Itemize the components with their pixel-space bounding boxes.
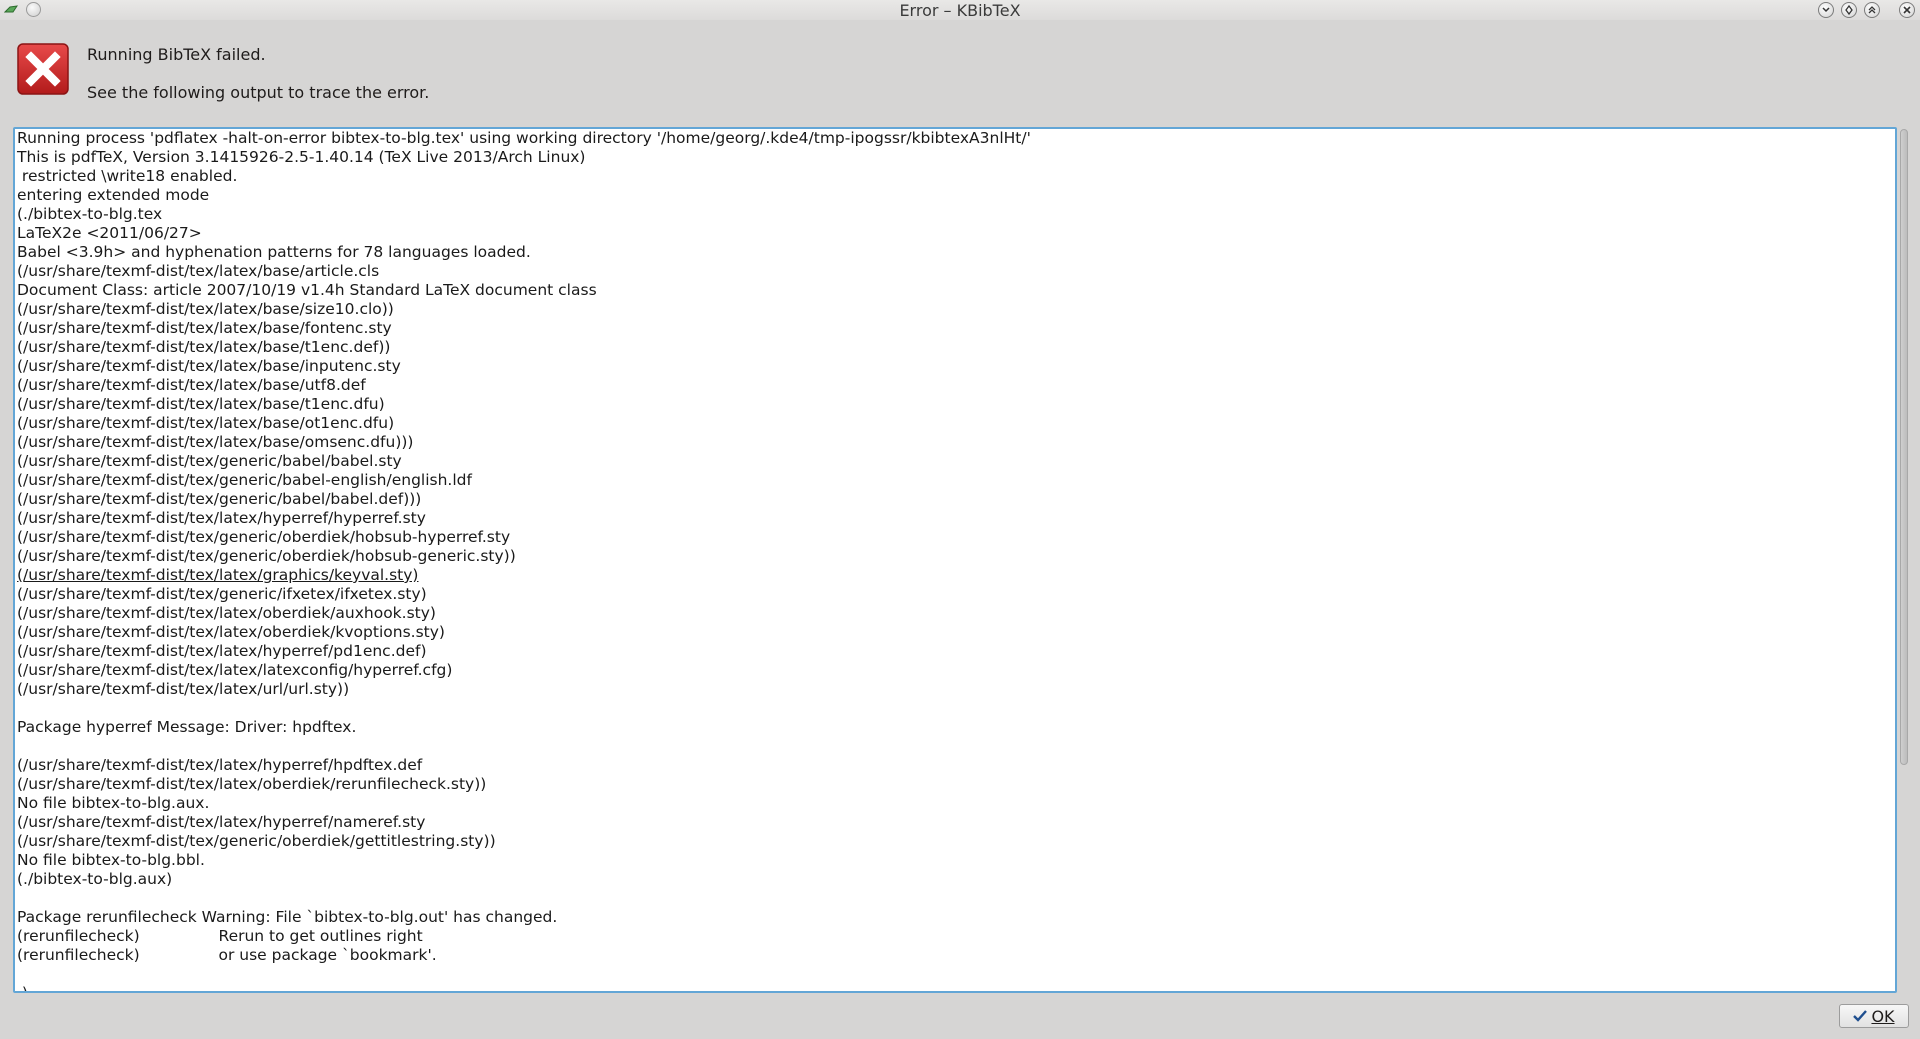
output-line: (/usr/share/texmf-dist/tex/latex/latexco… bbox=[17, 661, 453, 679]
output-line: (rerunfilecheck) Rerun to get outlines r… bbox=[17, 927, 423, 945]
output-line: Package rerunfilecheck Warning: File `bi… bbox=[17, 908, 558, 926]
output-line: (./bibtex-to-blg.tex bbox=[17, 205, 163, 223]
output-line: (/usr/share/texmf-dist/tex/latex/base/om… bbox=[17, 433, 414, 451]
output-line: (/usr/share/texmf-dist/tex/latex/oberdie… bbox=[17, 775, 487, 793]
output-line: (/usr/share/texmf-dist/tex/generic/babel… bbox=[17, 490, 422, 508]
error-message-title: Running BibTeX failed. bbox=[87, 45, 266, 64]
output-line: (/usr/share/texmf-dist/tex/latex/base/t1… bbox=[17, 395, 385, 413]
ok-button[interactable]: OK bbox=[1839, 1004, 1909, 1028]
output-log-textarea[interactable]: Running process 'pdflatex -halt-on-error… bbox=[13, 127, 1897, 993]
output-line: No file bibtex-to-blg.aux. bbox=[17, 794, 210, 812]
output-line: ) bbox=[17, 984, 28, 993]
close-icon[interactable] bbox=[1899, 2, 1915, 18]
output-line: (/usr/share/texmf-dist/tex/latex/hyperre… bbox=[17, 813, 426, 831]
window-titlebar[interactable]: Error – KBibTeX bbox=[0, 0, 1920, 20]
output-line: (/usr/share/texmf-dist/tex/latex/hyperre… bbox=[17, 642, 427, 660]
output-line: (/usr/share/texmf-dist/tex/latex/base/t1… bbox=[17, 338, 391, 356]
output-line: Document Class: article 2007/10/19 v1.4h… bbox=[17, 281, 597, 299]
output-line: Package hyperref Message: Driver: hpdfte… bbox=[17, 718, 357, 736]
output-line: (/usr/share/texmf-dist/tex/latex/base/ar… bbox=[17, 262, 380, 280]
output-line: restricted \write18 enabled. bbox=[17, 167, 238, 185]
output-line: (./bibtex-to-blg.aux) bbox=[17, 870, 173, 888]
output-line: (/usr/share/texmf-dist/tex/latex/oberdie… bbox=[17, 623, 445, 641]
output-line: (/usr/share/texmf-dist/tex/latex/graphic… bbox=[17, 566, 419, 584]
window-title: Error – KBibTeX bbox=[899, 1, 1021, 20]
output-line: (/usr/share/texmf-dist/tex/generic/oberd… bbox=[17, 832, 496, 850]
output-line: (/usr/share/texmf-dist/tex/generic/babel… bbox=[17, 452, 402, 470]
keep-above-icon[interactable] bbox=[1841, 2, 1857, 18]
maximize-icon[interactable] bbox=[1864, 2, 1880, 18]
output-line: No file bibtex-to-blg.bbl. bbox=[17, 851, 205, 869]
error-message-detail: See the following output to trace the er… bbox=[87, 83, 430, 102]
output-log-text: Running process 'pdflatex -halt-on-error… bbox=[17, 129, 1031, 993]
output-line: (/usr/share/texmf-dist/tex/latex/base/ut… bbox=[17, 376, 366, 394]
output-line: (/usr/share/texmf-dist/tex/generic/oberd… bbox=[17, 528, 511, 546]
output-line: (/usr/share/texmf-dist/tex/latex/base/ot… bbox=[17, 414, 395, 432]
minimize-icon[interactable] bbox=[1818, 2, 1834, 18]
output-line: (/usr/share/texmf-dist/tex/latex/url/url… bbox=[17, 680, 350, 698]
checkmark-icon bbox=[1853, 1010, 1868, 1022]
output-line: Running process 'pdflatex -halt-on-error… bbox=[17, 129, 1031, 147]
output-line: (/usr/share/texmf-dist/tex/latex/base/in… bbox=[17, 357, 401, 375]
output-line: (/usr/share/texmf-dist/tex/generic/babel… bbox=[17, 471, 472, 489]
output-line: (rerunfilecheck) or use package `bookmar… bbox=[17, 946, 437, 964]
ok-button-label: OK bbox=[1871, 1006, 1895, 1026]
output-line: (/usr/share/texmf-dist/tex/generic/oberd… bbox=[17, 547, 516, 565]
output-line: entering extended mode bbox=[17, 186, 210, 204]
output-line: (/usr/share/texmf-dist/tex/latex/base/fo… bbox=[17, 319, 392, 337]
output-line: (/usr/share/texmf-dist/tex/latex/hyperre… bbox=[17, 756, 423, 774]
output-line: (/usr/share/texmf-dist/tex/latex/hyperre… bbox=[17, 509, 426, 527]
output-line: LaTeX2e <2011/06/27> bbox=[17, 224, 202, 242]
error-icon bbox=[17, 43, 69, 95]
scrollbar-thumb[interactable] bbox=[1900, 129, 1908, 765]
output-line: (/usr/share/texmf-dist/tex/latex/oberdie… bbox=[17, 604, 436, 622]
output-line: (/usr/share/texmf-dist/tex/latex/base/si… bbox=[17, 300, 394, 318]
output-line: Babel <3.9h> and hyphenation patterns fo… bbox=[17, 243, 531, 261]
output-line: (/usr/share/texmf-dist/tex/generic/ifxet… bbox=[17, 585, 427, 603]
output-scrollbar[interactable] bbox=[1898, 127, 1910, 993]
output-line: This is pdfTeX, Version 3.1415926-2.5-1.… bbox=[17, 148, 586, 166]
